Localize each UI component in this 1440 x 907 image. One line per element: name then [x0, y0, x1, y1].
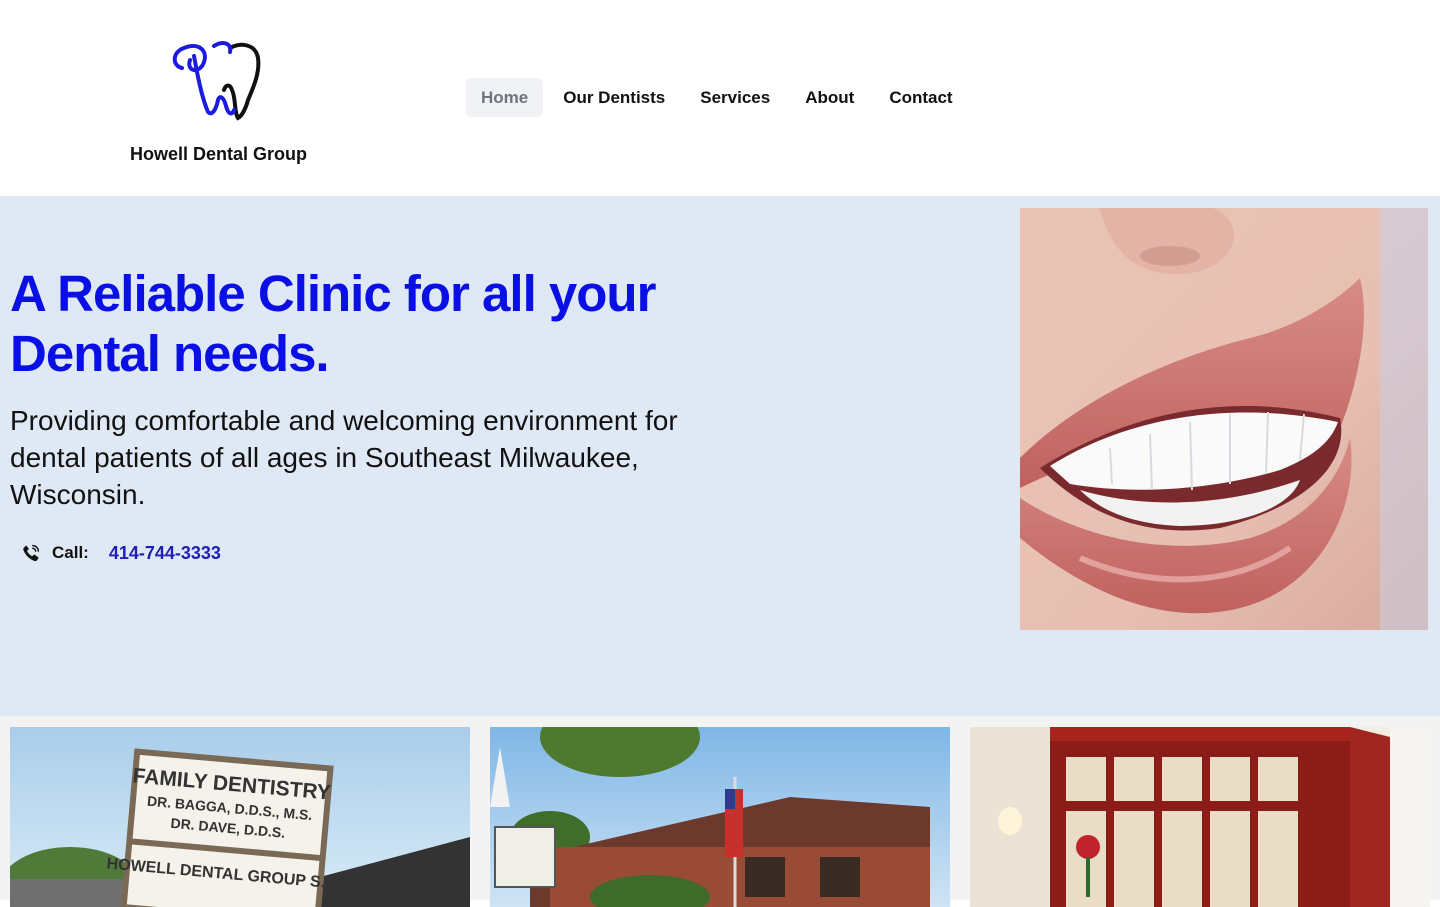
- call-row: Call: 414-744-3333: [20, 541, 221, 565]
- nav-contact[interactable]: Contact: [874, 78, 967, 117]
- nav-about[interactable]: About: [790, 78, 869, 117]
- brand-name: Howell Dental Group: [130, 144, 308, 164]
- site-header: Howell Dental Group Home Our Dentists Se…: [0, 0, 1440, 196]
- brand-logo[interactable]: Howell Dental Group: [120, 30, 320, 170]
- smiling-teeth-photo: [1020, 208, 1428, 630]
- main-nav: Home Our Dentists Services About Contact: [466, 78, 973, 117]
- hero-section: A Reliable Clinic for all your Dental ne…: [0, 196, 1440, 716]
- photo-gallery: FAMILY DENTISTRY DR. BAGGA, D.D.S., M.S.…: [0, 716, 1440, 907]
- hero-title: A Reliable Clinic for all your Dental ne…: [10, 265, 656, 382]
- nav-services[interactable]: Services: [685, 78, 785, 117]
- phone-number-link[interactable]: 414-744-3333: [109, 543, 221, 564]
- call-label: Call:: [52, 543, 89, 562]
- clinic-building-photo: [490, 727, 950, 907]
- phone-icon: [23, 544, 40, 562]
- reception-desk-photo: [970, 727, 1430, 907]
- nav-our-dentists[interactable]: Our Dentists: [548, 78, 680, 117]
- building-sign-photo: FAMILY DENTISTRY DR. BAGGA, D.D.S., M.S.…: [10, 727, 470, 907]
- nav-home[interactable]: Home: [466, 78, 544, 117]
- hero-subtitle: Providing comfortable and welcoming envi…: [10, 405, 678, 510]
- tooth-logo-icon: [172, 41, 261, 121]
